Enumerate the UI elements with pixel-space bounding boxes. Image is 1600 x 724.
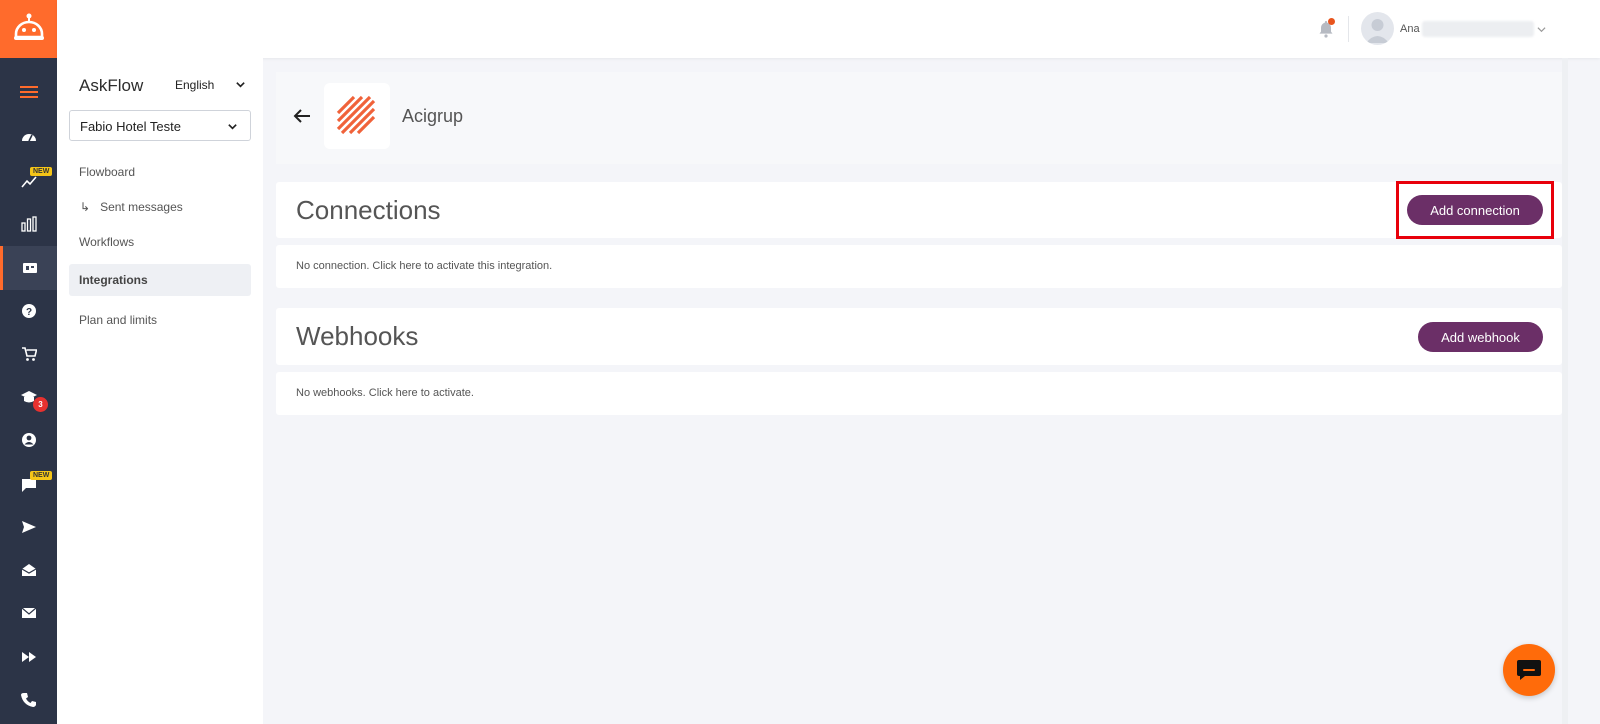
highlight-annotation bbox=[1396, 181, 1554, 239]
hotel-select-value: Fabio Hotel Teste bbox=[80, 119, 181, 134]
connections-title: Connections bbox=[296, 195, 441, 225]
rail-mail[interactable] bbox=[0, 591, 57, 635]
user-avatar-icon bbox=[1366, 19, 1389, 43]
connections-empty-card[interactable]: No connection. Click here to activate th… bbox=[276, 245, 1562, 288]
chat-support-button[interactable] bbox=[1503, 644, 1555, 696]
bar-chart-icon bbox=[20, 216, 37, 232]
svg-text:?: ? bbox=[25, 307, 31, 318]
sub-item-arrow-icon: ↳ bbox=[80, 200, 91, 214]
sidebar-item-workflows[interactable]: Workflows bbox=[69, 226, 251, 258]
icon-rail: NEW ? 3 NEW bbox=[0, 0, 57, 724]
cart-icon bbox=[21, 347, 37, 361]
rail-chat[interactable]: NEW bbox=[0, 463, 57, 507]
integration-logo bbox=[324, 83, 390, 149]
fast-forward-icon bbox=[21, 652, 36, 662]
new-badge: NEW bbox=[30, 471, 53, 480]
robot-logo-icon bbox=[13, 13, 44, 40]
dashboard-icon bbox=[21, 134, 36, 142]
rail-phone[interactable] bbox=[0, 678, 57, 722]
integrations-icon bbox=[23, 263, 37, 273]
rail-academy[interactable]: 3 bbox=[0, 375, 57, 419]
header-divider bbox=[1348, 16, 1349, 42]
sidebar-item-sent-messages[interactable]: ↳ Sent messages bbox=[69, 191, 251, 223]
rail-cart[interactable] bbox=[0, 332, 57, 376]
rail-inbox[interactable] bbox=[0, 548, 57, 592]
notification-dot bbox=[1328, 18, 1335, 25]
menu-button[interactable] bbox=[0, 70, 57, 114]
menu-icon bbox=[19, 86, 38, 98]
phone-icon bbox=[20, 693, 36, 707]
integration-title: Acigrup bbox=[402, 106, 464, 126]
rail-account[interactable] bbox=[0, 418, 57, 462]
inbox-icon bbox=[21, 564, 36, 576]
new-badge: NEW bbox=[30, 167, 53, 176]
chevron-down-icon[interactable] bbox=[1537, 25, 1546, 34]
help-icon: ? bbox=[21, 304, 36, 318]
app-logo[interactable] bbox=[0, 0, 57, 58]
user-name-redacted bbox=[1422, 21, 1534, 37]
connections-card: Connections Add connection bbox=[276, 182, 1562, 238]
back-arrow-icon[interactable] bbox=[293, 108, 311, 124]
chevron-down-icon[interactable] bbox=[235, 79, 246, 90]
rail-help[interactable]: ? bbox=[0, 289, 57, 333]
webhooks-empty-message[interactable]: No webhooks. Click here to activate. bbox=[296, 387, 474, 399]
language-selector[interactable]: English bbox=[175, 78, 214, 92]
scrollbar[interactable] bbox=[1562, 58, 1568, 724]
rail-trend[interactable]: NEW bbox=[0, 159, 57, 203]
sidebar-item-flowboard[interactable]: Flowboard bbox=[69, 156, 251, 188]
rail-dashboard[interactable] bbox=[0, 115, 57, 159]
sidebar-item-label: Sent messages bbox=[100, 200, 183, 214]
mail-icon bbox=[21, 607, 36, 618]
acigrup-logo-icon bbox=[336, 95, 376, 135]
send-icon bbox=[21, 521, 36, 533]
chevron-down-icon bbox=[228, 124, 237, 130]
hotel-select[interactable]: Fabio Hotel Teste bbox=[69, 110, 251, 141]
integration-header bbox=[276, 72, 1562, 164]
user-name[interactable]: Ana bbox=[1400, 23, 1420, 35]
webhooks-title: Webhooks bbox=[296, 321, 419, 351]
rail-fast-forward[interactable] bbox=[0, 635, 57, 679]
rail-integrations[interactable] bbox=[0, 246, 57, 290]
webhooks-empty-card[interactable]: No webhooks. Click here to activate. bbox=[276, 372, 1562, 415]
sidebar-item-label: Flowboard bbox=[79, 165, 136, 179]
add-webhook-button[interactable]: Add webhook bbox=[1418, 322, 1543, 352]
sidebar-item-integrations[interactable]: Integrations bbox=[69, 264, 251, 296]
sidebar-item-label: Plan and limits bbox=[79, 313, 158, 327]
rail-send[interactable] bbox=[0, 505, 57, 549]
account-icon bbox=[21, 433, 36, 447]
rail-bar-chart[interactable] bbox=[0, 202, 57, 246]
chat-bubble-icon bbox=[1517, 660, 1541, 680]
sidebar-item-label: Workflows bbox=[79, 235, 135, 249]
sidebar-item-plan-and-limits[interactable]: Plan and limits bbox=[69, 304, 251, 336]
notification-count-badge: 3 bbox=[33, 397, 48, 412]
sidebar-title: AskFlow bbox=[79, 76, 144, 95]
avatar[interactable] bbox=[1361, 12, 1394, 45]
secondary-sidebar: AskFlow English Fabio Hotel Teste Flowbo… bbox=[57, 58, 263, 724]
webhooks-card: Webhooks Add webhook bbox=[276, 308, 1562, 365]
sidebar-item-label: Integrations bbox=[79, 273, 148, 287]
connections-empty-message[interactable]: No connection. Click here to activate th… bbox=[296, 260, 552, 272]
